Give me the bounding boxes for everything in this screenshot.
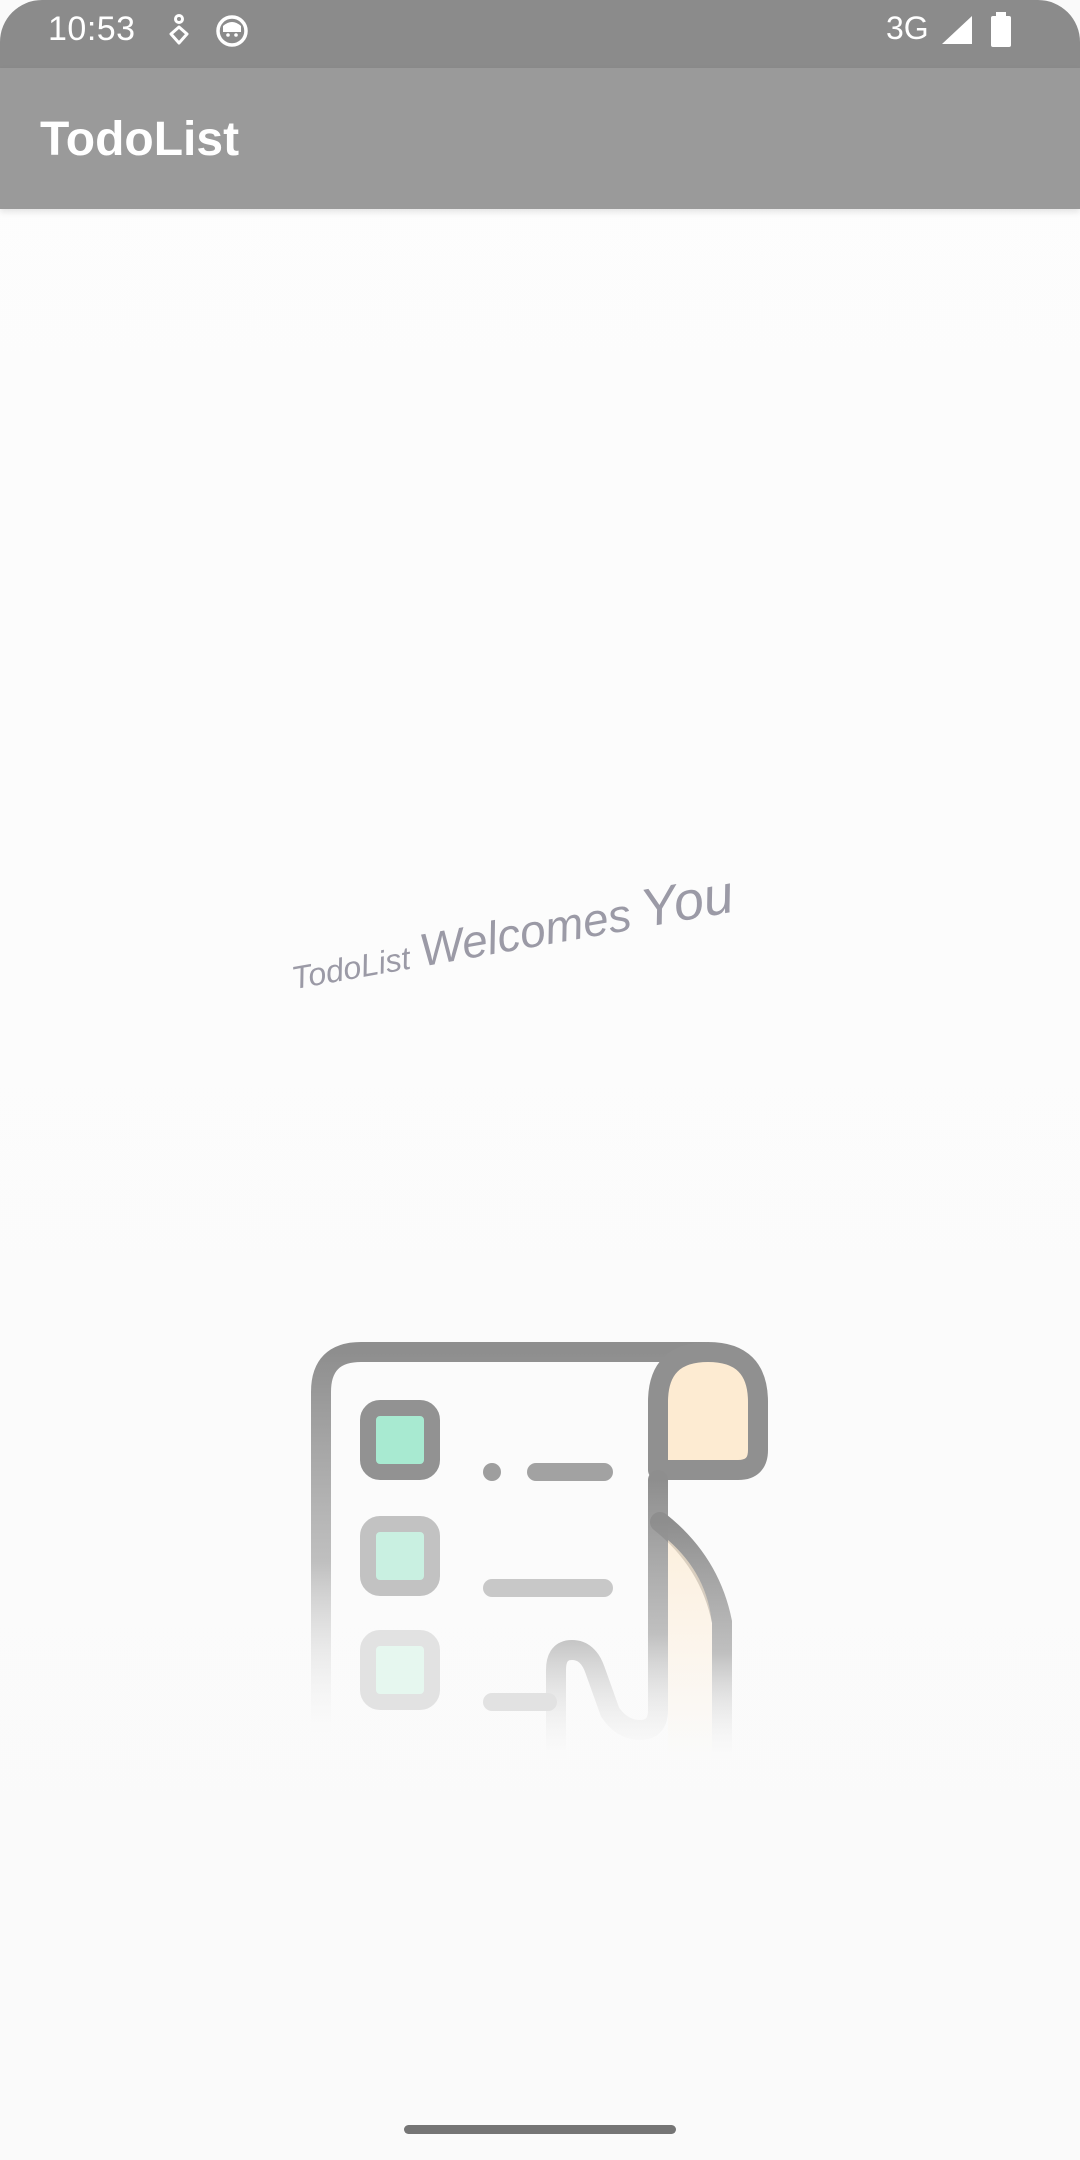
welcome-word: You [635, 863, 739, 940]
battery-icon [991, 12, 1011, 47]
home-indicator[interactable] [404, 2125, 676, 2134]
accessibility-icon [169, 14, 189, 45]
status-bar: 10:53 3G [0, 0, 1080, 68]
welcome-word: TodoList [288, 939, 413, 997]
todo-list-scroll-icon [311, 1342, 768, 1760]
status-time: 10:53 [48, 10, 136, 48]
cat-face-icon [216, 15, 248, 47]
cell-signal-icon [942, 16, 972, 44]
app-bar: TodoList [0, 68, 1080, 209]
welcome-word: Welcomes [415, 887, 636, 977]
app-title: TodoList [40, 113, 240, 166]
app-screen: 10:53 3G TodoList TodoList Welcomes You [0, 0, 1080, 2160]
network-type-label: 3G [886, 10, 929, 46]
welcome-message: TodoList Welcomes You [285, 864, 738, 1002]
